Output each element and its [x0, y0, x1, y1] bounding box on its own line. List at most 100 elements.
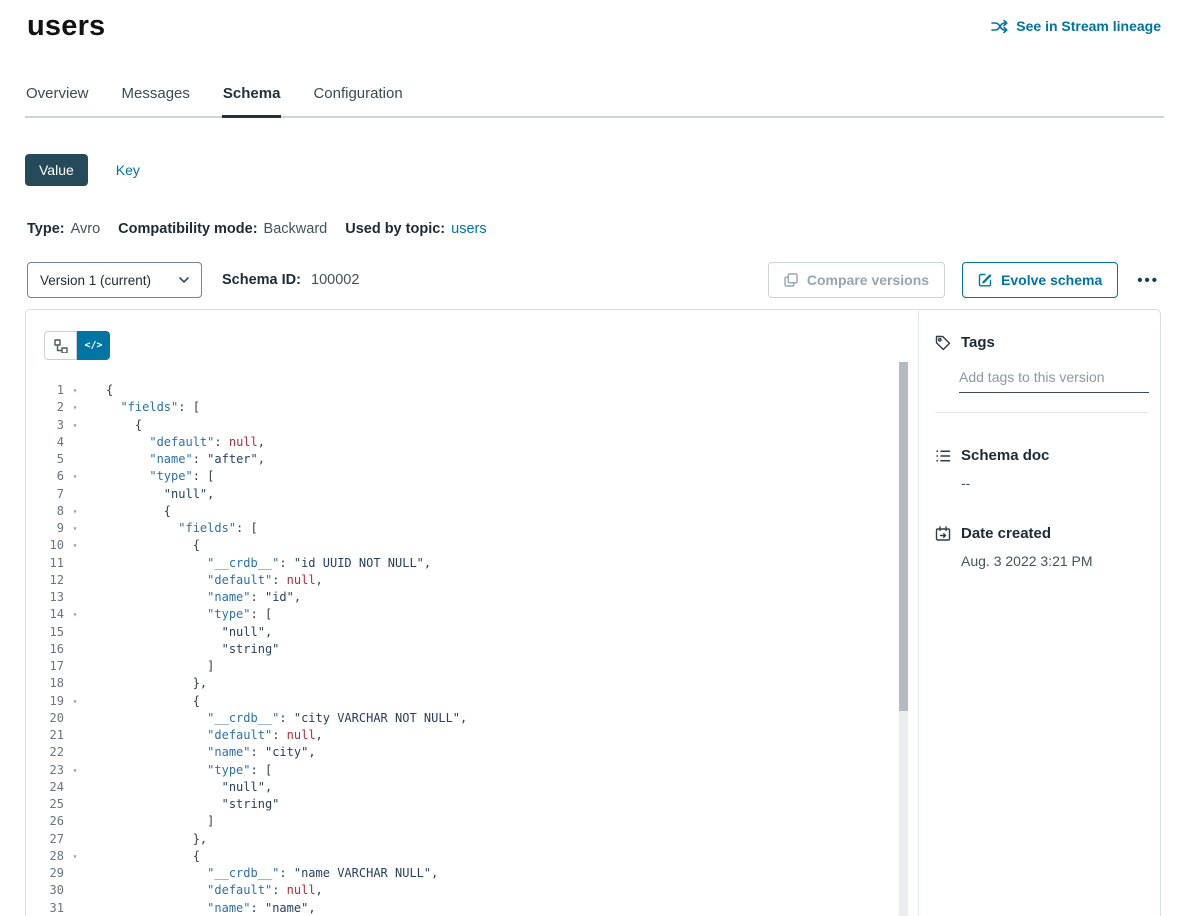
schema-side-panel: Tags Schema doc --	[918, 310, 1160, 916]
add-tags-input[interactable]	[959, 369, 1149, 393]
tree-view-button[interactable]	[44, 331, 77, 360]
code-text: "string"	[86, 641, 279, 658]
code-line: 31 "name": "name",	[26, 900, 918, 916]
fold-toggle-icon[interactable]: ▾	[64, 693, 86, 710]
code-text: "null",	[86, 486, 214, 503]
fold-toggle-icon[interactable]: ▾	[64, 762, 86, 779]
stream-lineage-icon	[991, 19, 1008, 34]
scrollbar-thumb[interactable]	[899, 362, 908, 711]
code-lines: 1▾{2▾ "fields": [3▾ {4 "default": null,5…	[26, 382, 918, 916]
code-line: 22 "name": "city",	[26, 744, 918, 761]
code-line: 20 "__crdb__": "city VARCHAR NOT NULL",	[26, 710, 918, 727]
code-text: {	[86, 503, 171, 520]
code-text: "name": "city",	[86, 744, 316, 761]
fold-spacer	[64, 882, 86, 899]
line-number: 5	[26, 451, 64, 468]
compare-versions-button[interactable]: Compare versions	[768, 262, 945, 298]
code-text: "__crdb__": "city VARCHAR NOT NULL",	[86, 710, 467, 727]
code-text: {	[86, 417, 142, 434]
code-line: 13 "name": "id",	[26, 589, 918, 606]
fold-toggle-icon[interactable]: ▾	[64, 417, 86, 434]
line-number: 3	[26, 417, 64, 434]
topic-link[interactable]: users	[451, 221, 486, 237]
date-created-value: Aug. 3 2022 3:21 PM	[961, 553, 1160, 569]
line-number: 23	[26, 762, 64, 779]
schema-id-label: Schema ID:	[222, 272, 301, 288]
fold-toggle-icon[interactable]: ▾	[64, 382, 86, 399]
code-text: "default": null,	[86, 727, 323, 744]
fold-spacer	[64, 486, 86, 503]
code-line: 15 "null",	[26, 624, 918, 641]
fold-spacer	[64, 710, 86, 727]
fold-spacer	[64, 572, 86, 589]
fold-spacer	[64, 865, 86, 882]
code-text: ]	[86, 813, 214, 830]
code-text: "type": [	[86, 468, 214, 485]
tab-messages[interactable]: Messages	[121, 85, 191, 116]
page-title: users	[27, 10, 105, 43]
more-options-button[interactable]: •••	[1135, 269, 1161, 292]
schema-panel: </> 1▾{2▾ "fields": [3▾ {4 "default": nu…	[25, 309, 1161, 916]
line-number: 26	[26, 813, 64, 830]
fold-spacer	[64, 744, 86, 761]
editor-scrollbar[interactable]	[899, 362, 908, 916]
code-text: "string"	[86, 796, 279, 813]
fold-toggle-icon[interactable]: ▾	[64, 468, 86, 485]
code-text: "__crdb__": "id UUID NOT NULL",	[86, 555, 431, 572]
line-number: 29	[26, 865, 64, 882]
value-key-toggle: Value Key	[25, 154, 1189, 186]
tab-schema[interactable]: Schema	[222, 85, 282, 116]
tags-section-header: Tags	[935, 334, 1160, 351]
code-view-button[interactable]: </>	[77, 331, 110, 360]
value-toggle-button[interactable]: Value	[25, 154, 88, 186]
code-view-icon: </>	[84, 340, 102, 351]
code-line: 29 "__crdb__": "name VARCHAR NULL",	[26, 865, 918, 882]
code-line: 16 "string"	[26, 641, 918, 658]
key-toggle-button[interactable]: Key	[102, 154, 154, 186]
fold-toggle-icon[interactable]: ▾	[64, 537, 86, 554]
type-value: Avro	[71, 221, 101, 237]
fold-spacer	[64, 589, 86, 606]
tab-configuration[interactable]: Configuration	[312, 85, 403, 116]
line-number: 18	[26, 675, 64, 692]
code-text: "type": [	[86, 762, 272, 779]
line-number: 24	[26, 779, 64, 796]
evolve-schema-label: Evolve schema	[1001, 272, 1102, 288]
schema-editor: </> 1▾{2▾ "fields": [3▾ {4 "default": nu…	[26, 310, 918, 916]
line-number: 4	[26, 434, 64, 451]
tab-overview[interactable]: Overview	[25, 85, 90, 116]
version-select-value: Version 1 (current)	[40, 273, 151, 288]
fold-toggle-icon[interactable]: ▾	[64, 848, 86, 865]
stream-lineage-link[interactable]: See in Stream lineage	[991, 18, 1161, 34]
line-number: 16	[26, 641, 64, 658]
tab-bar: Overview Messages Schema Configuration	[25, 85, 1164, 118]
code-text: "type": [	[86, 606, 272, 623]
fold-toggle-icon[interactable]: ▾	[64, 606, 86, 623]
compatibility-label: Compatibility mode:	[118, 221, 257, 237]
fold-spacer	[64, 641, 86, 658]
code-line: 3▾ {	[26, 417, 918, 434]
fold-spacer	[64, 451, 86, 468]
code-line: 11 "__crdb__": "id UUID NOT NULL",	[26, 555, 918, 572]
fold-toggle-icon[interactable]: ▾	[64, 503, 86, 520]
code-text: {	[86, 537, 200, 554]
version-select[interactable]: Version 1 (current)	[27, 262, 202, 298]
tags-title: Tags	[961, 334, 995, 351]
evolve-schema-button[interactable]: Evolve schema	[962, 262, 1118, 298]
fold-spacer	[64, 727, 86, 744]
evolve-schema-icon	[978, 273, 992, 287]
schema-doc-icon	[935, 448, 951, 464]
fold-spacer	[64, 555, 86, 572]
code-text: {	[86, 693, 200, 710]
compatibility-value: Backward	[264, 221, 328, 237]
fold-toggle-icon[interactable]: ▾	[64, 399, 86, 416]
code-line: 18 },	[26, 675, 918, 692]
line-number: 9	[26, 520, 64, 537]
type-label: Type:	[27, 221, 65, 237]
fold-spacer	[64, 779, 86, 796]
code-line: 14▾ "type": [	[26, 606, 918, 623]
line-number: 12	[26, 572, 64, 589]
schema-doc-title: Schema doc	[961, 447, 1049, 464]
code-line: 4 "default": null,	[26, 434, 918, 451]
fold-toggle-icon[interactable]: ▾	[64, 520, 86, 537]
